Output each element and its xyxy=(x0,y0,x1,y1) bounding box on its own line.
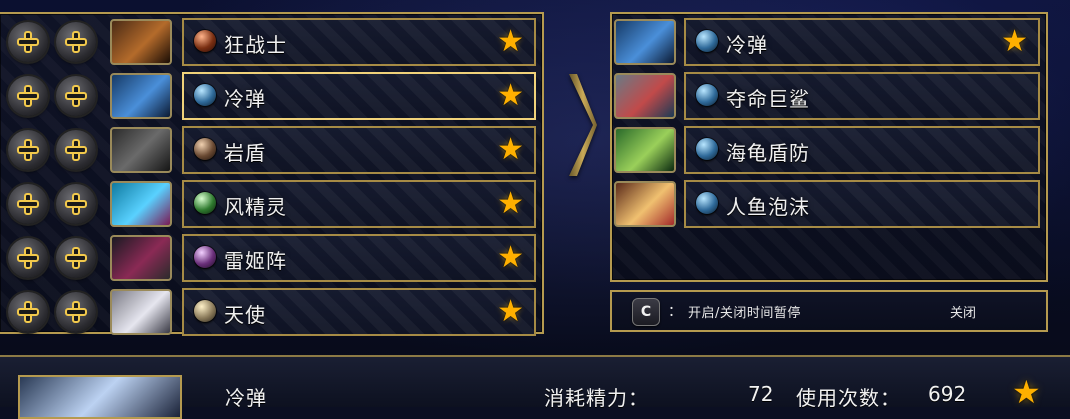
dpad-button[interactable] xyxy=(56,238,96,278)
left-row[interactable]: 雷姬阵 ★ xyxy=(0,232,542,284)
right-row[interactable]: 夺命巨鲨 xyxy=(612,70,1046,122)
dpad-icon xyxy=(65,247,87,269)
uses-value: 692 xyxy=(928,382,967,406)
dpad-button[interactable] xyxy=(56,184,96,224)
element-orb-icon xyxy=(696,192,718,214)
dpad-button[interactable] xyxy=(8,238,48,278)
element-orb-icon xyxy=(696,30,718,52)
dpad-button[interactable] xyxy=(56,130,96,170)
left-row[interactable]: 冷弹 ★ xyxy=(0,70,542,122)
element-orb-icon xyxy=(194,300,216,322)
skill-label: 雷姬阵 xyxy=(224,249,287,273)
skill-label: 天使 xyxy=(224,303,266,327)
hint-colon: ： xyxy=(668,304,682,320)
key-c[interactable]: C xyxy=(632,298,660,326)
skill-name-bar[interactable]: 夺命巨鲨 xyxy=(684,72,1040,120)
star-icon: ★ xyxy=(497,132,524,167)
element-orb-icon xyxy=(194,138,216,160)
element-orb-icon xyxy=(696,138,718,160)
right-row[interactable]: 冷弹 ★ xyxy=(612,16,1046,68)
selected-skill-name: 冷弹 xyxy=(225,386,267,410)
hint-text: 开启/关闭时间暂停 xyxy=(688,306,801,321)
time-pause-hint: C ： 开启/关闭时间暂停 关闭 xyxy=(610,290,1048,332)
element-orb-icon xyxy=(194,192,216,214)
skill-name-bar[interactable]: 天使 ★ xyxy=(182,288,536,336)
right-row[interactable]: 海龟盾防 xyxy=(612,124,1046,176)
skill-name-bar[interactable]: 冷弹 ★ xyxy=(684,18,1040,66)
bottom-info-panel: 冷弹 消耗精力： 72 使用次数： 692 ★ xyxy=(0,355,1070,419)
dpad-icon xyxy=(65,193,87,215)
element-orb-icon xyxy=(194,30,216,52)
skill-thumbnail xyxy=(614,181,676,227)
skill-name-bar[interactable]: 海龟盾防 xyxy=(684,126,1040,174)
skill-label: 海龟盾防 xyxy=(726,141,810,165)
left-row[interactable]: 风精灵 ★ xyxy=(0,178,542,230)
selected-skill-thumbnail xyxy=(18,375,182,419)
element-orb-icon xyxy=(194,246,216,268)
dpad-icon xyxy=(17,139,39,161)
skill-thumbnail xyxy=(110,235,172,281)
star-icon: ★ xyxy=(497,24,524,59)
skill-name-bar[interactable]: 冷弹 ★ xyxy=(182,72,536,120)
skill-thumbnail xyxy=(110,73,172,119)
star-icon: ★ xyxy=(497,186,524,221)
skill-label: 夺命巨鲨 xyxy=(726,87,810,111)
dpad-icon xyxy=(17,85,39,107)
cost-label: 消耗精力： xyxy=(544,386,649,410)
skill-thumbnail xyxy=(110,19,172,65)
dpad-button[interactable] xyxy=(8,76,48,116)
left-panel: 狂战士 ★ 冷弹 ★ 岩盾 ★ 风精灵 ★ 雷姬阵 ★ 天使 ★ xyxy=(0,12,544,336)
dpad-button[interactable] xyxy=(56,22,96,62)
skill-thumbnail xyxy=(614,73,676,119)
dpad-icon xyxy=(65,31,87,53)
dpad-icon xyxy=(65,85,87,107)
left-row[interactable]: 天使 ★ xyxy=(0,286,542,338)
skill-name-bar[interactable]: 雷姬阵 ★ xyxy=(182,234,536,282)
dpad-icon xyxy=(65,139,87,161)
cost-value: 72 xyxy=(748,382,774,406)
skill-thumbnail xyxy=(110,181,172,227)
dpad-button[interactable] xyxy=(8,22,48,62)
right-row[interactable]: 人鱼泡沫 xyxy=(612,178,1046,230)
left-row[interactable]: 岩盾 ★ xyxy=(0,124,542,176)
skill-label: 人鱼泡沫 xyxy=(726,195,810,219)
hint-state: 关闭 xyxy=(949,306,976,321)
skill-label: 冷弹 xyxy=(224,87,266,111)
left-row[interactable]: 狂战士 ★ xyxy=(0,16,542,68)
star-icon: ★ xyxy=(1012,373,1041,411)
star-icon: ★ xyxy=(497,78,524,113)
dpad-button[interactable] xyxy=(8,292,48,332)
skill-name-bar[interactable]: 狂战士 ★ xyxy=(182,18,536,66)
dpad-icon xyxy=(17,247,39,269)
uses-label: 使用次数： xyxy=(796,386,901,410)
dpad-icon xyxy=(17,301,39,323)
skill-thumbnail xyxy=(110,289,172,335)
skill-thumbnail xyxy=(614,127,676,173)
element-orb-icon xyxy=(696,84,718,106)
skill-name-bar[interactable]: 岩盾 ★ xyxy=(182,126,536,174)
skill-label: 冷弹 xyxy=(726,33,768,57)
dpad-button[interactable] xyxy=(8,130,48,170)
dpad-button[interactable] xyxy=(8,184,48,224)
star-icon: ★ xyxy=(497,240,524,275)
dpad-button[interactable] xyxy=(56,292,96,332)
skill-name-bar[interactable]: 风精灵 ★ xyxy=(182,180,536,228)
chevron-right-icon xyxy=(565,70,597,180)
skill-thumbnail xyxy=(110,127,172,173)
skill-name-bar[interactable]: 人鱼泡沫 xyxy=(684,180,1040,228)
skill-thumbnail xyxy=(614,19,676,65)
dpad-icon xyxy=(17,31,39,53)
skill-label: 风精灵 xyxy=(224,195,287,219)
dpad-icon xyxy=(17,193,39,215)
star-icon: ★ xyxy=(1001,24,1028,59)
dpad-button[interactable] xyxy=(56,76,96,116)
skill-label: 岩盾 xyxy=(224,141,266,165)
skill-label: 狂战士 xyxy=(224,33,287,57)
element-orb-icon xyxy=(194,84,216,106)
dpad-icon xyxy=(65,301,87,323)
right-panel: 冷弹 ★ 夺命巨鲨 海龟盾防 人鱼泡沫 xyxy=(610,12,1048,282)
star-icon: ★ xyxy=(497,294,524,329)
